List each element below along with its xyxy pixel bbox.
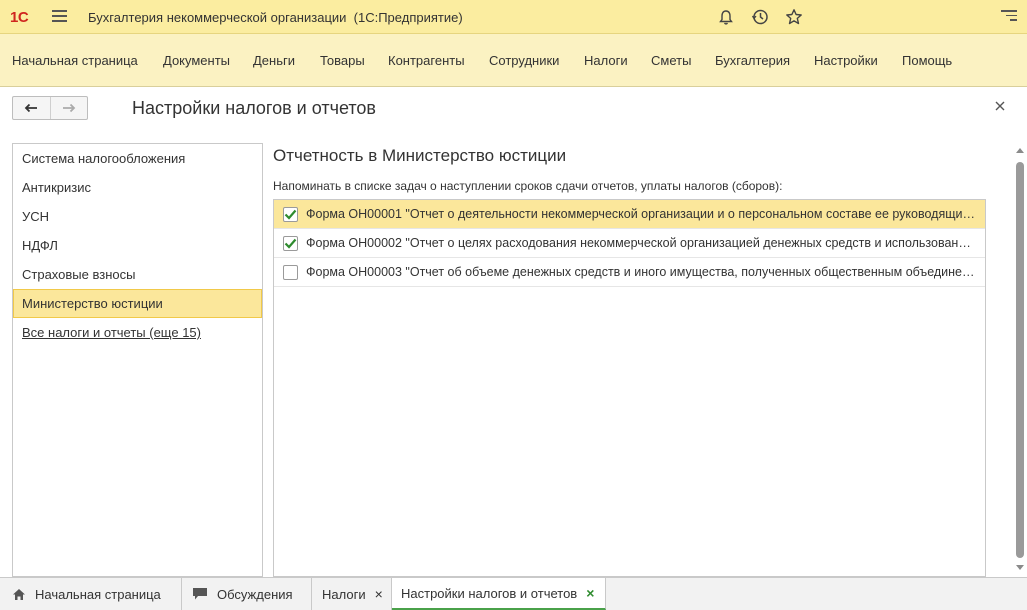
app-title-name: Бухгалтерия некоммерческой организации: [88, 10, 347, 25]
report-checkbox[interactable]: [283, 235, 298, 251]
reminder-hint: Напоминать в списке задач о наступлении …: [273, 179, 783, 193]
tab-discussions-label: Обсуждения: [217, 586, 293, 602]
nav-item-tax-system[interactable]: Система налогообложения: [13, 144, 262, 173]
forward-button[interactable]: [49, 97, 88, 119]
group-title: Отчетность в Министерство юстиции: [273, 146, 567, 165]
report-name: Форма ОН00002 "Отчет о целях расходовани…: [306, 236, 976, 250]
app-title: Бухгалтерия некоммерческой организации (…: [88, 10, 463, 25]
nav-item-ndfl[interactable]: НДФЛ: [13, 231, 262, 260]
favorites-star-icon[interactable]: [783, 6, 805, 28]
section-documents[interactable]: Документы: [163, 53, 230, 68]
table-row[interactable]: Форма ОН00003 "Отчет об объеме денежных …: [274, 258, 985, 287]
app-logo: 1С: [10, 9, 29, 26]
table-row[interactable]: Форма ОН00002 "Отчет о целях расходовани…: [274, 229, 985, 258]
section-taxes[interactable]: Налоги: [584, 53, 628, 68]
section-goods[interactable]: Товары: [320, 53, 365, 68]
title-bar: 1С Бухгалтерия некоммерческой организаци…: [0, 0, 1027, 34]
table-row[interactable]: Форма ОН00001 "Отчет о деятельности неко…: [274, 200, 985, 229]
bell-icon[interactable]: [715, 6, 737, 28]
tab-taxes-close-icon[interactable]: ×: [375, 586, 383, 602]
section-home[interactable]: Начальная страница: [12, 53, 138, 68]
tab-tax-settings-close-icon[interactable]: ×: [586, 585, 594, 601]
form-title: Настройки налогов и отчетов: [132, 98, 376, 118]
nav-item-anticrisis[interactable]: Антикризис: [13, 173, 262, 202]
history-nav: [12, 96, 88, 120]
tab-discussions[interactable]: Обсуждения: [182, 578, 312, 610]
section-counterparties[interactable]: Контрагенты: [388, 53, 465, 68]
tab-tax-settings[interactable]: Настройки налогов и отчетов ×: [392, 578, 606, 610]
report-name: Форма ОН00001 "Отчет о деятельности неко…: [306, 207, 976, 221]
close-icon: [995, 101, 1005, 111]
tab-taxes-label: Налоги: [322, 586, 366, 602]
discussion-icon: [193, 588, 207, 600]
home-icon: [13, 588, 25, 600]
scroll-down-arrow-icon[interactable]: [1016, 565, 1024, 570]
checkmark-icon: [284, 238, 297, 249]
arrow-left-icon: [24, 103, 38, 113]
section-accounting[interactable]: Бухгалтерия: [715, 53, 790, 68]
form-close-button[interactable]: [994, 99, 1010, 115]
report-checkbox[interactable]: [283, 264, 298, 280]
arrow-right-icon: [62, 103, 76, 113]
report-checkbox[interactable]: [283, 206, 298, 222]
scroll-thumb[interactable]: [1016, 162, 1024, 558]
sections-panel: Начальная страница Документы Деньги Това…: [0, 34, 1027, 87]
main-menu-icon[interactable]: [52, 10, 67, 23]
section-settings[interactable]: Настройки: [814, 53, 878, 68]
system-menu-icon[interactable]: [1001, 10, 1017, 24]
app-title-platform: (1С:Предприятие): [353, 10, 463, 25]
reports-table: Форма ОН00001 "Отчет о деятельности неко…: [273, 199, 986, 577]
section-help[interactable]: Помощь: [902, 53, 952, 68]
back-button[interactable]: [13, 97, 50, 119]
history-icon[interactable]: [749, 6, 771, 28]
section-employees[interactable]: Сотрудники: [489, 53, 559, 68]
scroll-up-arrow-icon[interactable]: [1016, 148, 1024, 153]
tab-tax-settings-label: Настройки налогов и отчетов: [401, 585, 578, 601]
all-taxes-link[interactable]: Все налоги и отчеты (еще 15): [13, 318, 262, 347]
report-name: Форма ОН00003 "Отчет об объеме денежных …: [306, 265, 976, 279]
nav-item-ministry-of-justice[interactable]: Министерство юстиции: [13, 289, 262, 318]
nav-item-insurance[interactable]: Страховые взносы: [13, 260, 262, 289]
tab-taxes[interactable]: Налоги ×: [312, 578, 392, 610]
tab-home[interactable]: Начальная страница: [0, 578, 182, 610]
section-estimates[interactable]: Сметы: [651, 53, 691, 68]
checkmark-icon: [284, 209, 297, 220]
section-money[interactable]: Деньги: [253, 53, 295, 68]
tax-settings-nav: Система налогообложения Антикризис УСН Н…: [12, 143, 263, 577]
open-windows-bar: Начальная страница Обсуждения Налоги × Н…: [0, 577, 1027, 610]
nav-item-usn[interactable]: УСН: [13, 202, 262, 231]
tab-home-label: Начальная страница: [35, 586, 161, 602]
